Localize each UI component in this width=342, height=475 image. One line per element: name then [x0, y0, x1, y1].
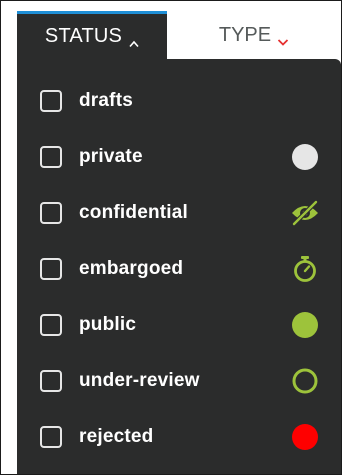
tab-type[interactable]: TYPE — [167, 11, 341, 59]
status-option-embargoed[interactable]: embargoed — [17, 241, 341, 297]
left-margin — [1, 59, 17, 474]
status-option-rejected[interactable]: rejected — [17, 409, 341, 465]
checkbox[interactable] — [40, 426, 62, 448]
grey-circle-icon — [289, 141, 321, 173]
status-option-label: confidential — [79, 202, 189, 223]
status-option-label: public — [79, 314, 137, 335]
status-option-label: rejected — [79, 426, 154, 447]
tab-status[interactable]: STATUS — [17, 11, 167, 59]
filter-widget: STATUS TYPE drafts private confidential … — [0, 0, 342, 475]
status-option-under-review[interactable]: under-review — [17, 353, 341, 409]
green-circle-icon — [289, 309, 321, 341]
chevron-up-icon — [129, 32, 139, 47]
checkbox[interactable] — [40, 314, 62, 336]
tab-status-label: STATUS — [44, 25, 123, 47]
status-option-label: under-review — [79, 370, 200, 391]
status-dropdown-panel: drafts private confidential embargoed pu… — [17, 59, 341, 474]
status-option-drafts[interactable]: drafts — [17, 73, 341, 129]
status-option-label: drafts — [79, 90, 133, 111]
checkbox[interactable] — [40, 90, 62, 112]
status-option-label: embargoed — [79, 258, 184, 279]
checkbox[interactable] — [40, 146, 62, 168]
stopwatch-icon — [289, 253, 321, 285]
status-option-private[interactable]: private — [17, 129, 341, 185]
checkbox[interactable] — [40, 202, 62, 224]
red-circle-icon — [289, 421, 321, 453]
checkbox[interactable] — [40, 370, 62, 392]
status-option-confidential[interactable]: confidential — [17, 185, 341, 241]
checkbox[interactable] — [40, 258, 62, 280]
eye-slash-icon — [289, 197, 321, 229]
chevron-down-icon — [277, 30, 289, 46]
green-ring-icon — [289, 365, 321, 397]
status-option-label: private — [79, 146, 143, 167]
status-option-public[interactable]: public — [17, 297, 341, 353]
tab-type-label: TYPE — [218, 23, 272, 46]
filter-tab-bar: STATUS TYPE — [1, 1, 341, 59]
